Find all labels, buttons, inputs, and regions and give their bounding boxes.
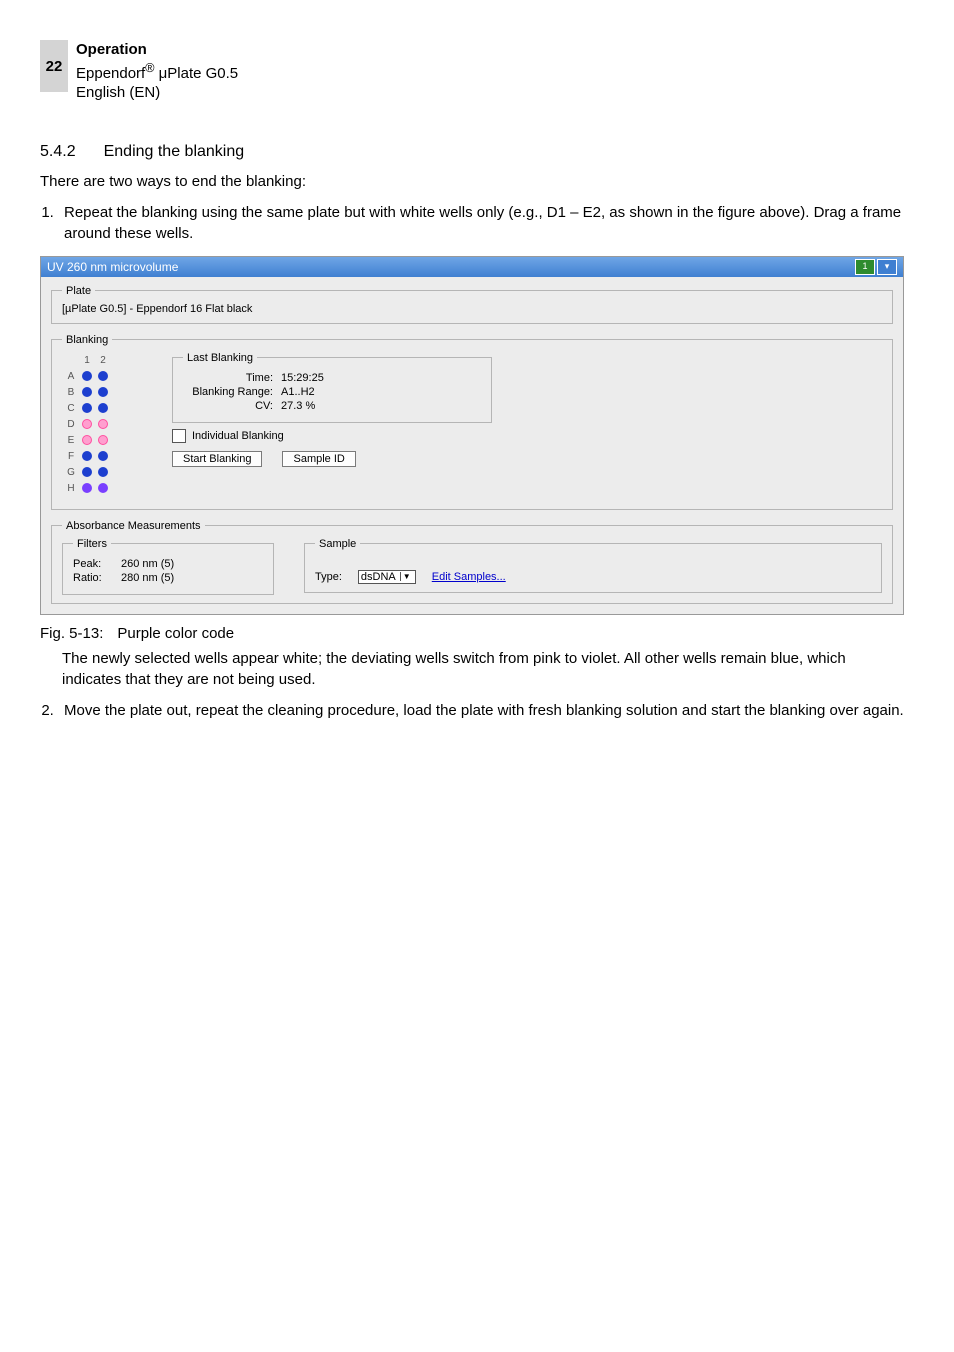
header-product: Eppendorf® μPlate G0.5 bbox=[76, 60, 238, 84]
figure-title: Purple color code bbox=[117, 625, 234, 642]
titlebar-btn-1[interactable]: 1 bbox=[855, 259, 875, 275]
sample-legend: Sample bbox=[315, 538, 360, 550]
section-title: Ending the blanking bbox=[104, 143, 245, 160]
well-B1[interactable] bbox=[80, 386, 94, 400]
sample-fieldset: Sample Type: dsDNA ▼ Edit Samples... bbox=[304, 538, 882, 593]
app-titlebar: UV 260 nm microvolume 1 ▾ bbox=[41, 257, 903, 277]
well-E2[interactable] bbox=[96, 434, 110, 448]
type-selected-value: dsDNA bbox=[361, 571, 396, 583]
after-fig-text: The newly selected wells appear white; t… bbox=[62, 648, 904, 690]
row-header-G: G bbox=[64, 466, 78, 480]
row-header-H: H bbox=[64, 482, 78, 496]
peak-value: 260 nm (5) bbox=[121, 558, 181, 570]
start-blanking-button[interactable]: Start Blanking bbox=[172, 451, 262, 467]
well-F1[interactable] bbox=[80, 450, 94, 464]
type-label: Type: bbox=[315, 571, 342, 583]
well-E1[interactable] bbox=[80, 434, 94, 448]
filters-legend: Filters bbox=[73, 538, 111, 550]
section-number: 5.4.2 bbox=[40, 143, 76, 160]
ratio-value: 280 nm (5) bbox=[121, 572, 181, 584]
step-2: Move the plate out, repeat the cleaning … bbox=[58, 700, 904, 721]
last-blanking-fieldset: Last Blanking Time: 15:29:25 Blanking Ran… bbox=[172, 352, 492, 423]
well-B2[interactable] bbox=[96, 386, 110, 400]
absorbance-fieldset: Absorbance Measurements Filters Peak: 260… bbox=[51, 520, 893, 604]
well-A1[interactable] bbox=[80, 370, 94, 384]
row-header-D: D bbox=[64, 418, 78, 432]
intro-text: There are two ways to end the blanking: bbox=[40, 171, 904, 192]
row-header-C: C bbox=[64, 402, 78, 416]
well-A2[interactable] bbox=[96, 370, 110, 384]
well-H1[interactable] bbox=[80, 482, 94, 496]
ratio-label: Ratio: bbox=[73, 572, 113, 584]
lb-cv-value: 27.3 % bbox=[281, 400, 341, 412]
header-operation: Operation bbox=[76, 40, 238, 60]
app-title: UV 260 nm microvolume bbox=[47, 257, 178, 277]
figure-caption: Fig. 5-13: Purple color code bbox=[40, 625, 904, 642]
plate-fieldset: Plate [µPlate G0.5] - Eppendorf 16 Flat … bbox=[51, 285, 893, 324]
lb-time-value: 15:29:25 bbox=[281, 372, 341, 384]
figure-label: Fig. 5-13: bbox=[40, 625, 103, 642]
blanking-legend: Blanking bbox=[62, 334, 112, 346]
well-G2[interactable] bbox=[96, 466, 110, 480]
individual-blanking-label: Individual Blanking bbox=[192, 430, 284, 442]
individual-blanking-checkbox[interactable] bbox=[172, 429, 186, 443]
step-list: Repeat the blanking using the same plate… bbox=[40, 202, 904, 244]
chevron-down-icon: ▼ bbox=[400, 572, 413, 581]
type-dropdown[interactable]: dsDNA ▼ bbox=[358, 570, 416, 584]
well-F2[interactable] bbox=[96, 450, 110, 464]
plate-legend: Plate bbox=[62, 285, 95, 297]
well-H2[interactable] bbox=[96, 482, 110, 496]
step-list-2: Move the plate out, repeat the cleaning … bbox=[40, 700, 904, 721]
header-language: English (EN) bbox=[76, 83, 238, 103]
well-grid[interactable]: 1 2 A B C D E F G H bbox=[62, 352, 112, 498]
lb-cv-label: CV: bbox=[183, 400, 273, 412]
app-screenshot: UV 260 nm microvolume 1 ▾ Plate [µPlate … bbox=[40, 256, 904, 615]
sample-id-button[interactable]: Sample ID bbox=[282, 451, 355, 467]
edit-samples-link[interactable]: Edit Samples... bbox=[432, 571, 506, 583]
row-header-A: A bbox=[64, 370, 78, 384]
row-header-B: B bbox=[64, 386, 78, 400]
blanking-fieldset: Blanking 1 2 A B C D E F bbox=[51, 334, 893, 510]
titlebar-btn-dropdown[interactable]: ▾ bbox=[877, 259, 897, 275]
lb-time-label: Time: bbox=[183, 372, 273, 384]
well-C1[interactable] bbox=[80, 402, 94, 416]
absorbance-legend: Absorbance Measurements bbox=[62, 520, 205, 532]
plate-description: [µPlate G0.5] - Eppendorf 16 Flat black bbox=[62, 303, 882, 315]
well-C2[interactable] bbox=[96, 402, 110, 416]
last-blanking-legend: Last Blanking bbox=[183, 352, 257, 364]
lb-range-value: A1..H2 bbox=[281, 386, 341, 398]
well-D1[interactable] bbox=[80, 418, 94, 432]
doc-header: Operation Eppendorf® μPlate G0.5 English… bbox=[76, 40, 238, 103]
filters-fieldset: Filters Peak: 260 nm (5) Ratio: 280 nm (5) bbox=[62, 538, 274, 595]
col-header-2: 2 bbox=[96, 354, 110, 368]
peak-label: Peak: bbox=[73, 558, 113, 570]
col-header-1: 1 bbox=[80, 354, 94, 368]
row-header-E: E bbox=[64, 434, 78, 448]
row-header-F: F bbox=[64, 450, 78, 464]
section-heading: 5.4.2 Ending the blanking bbox=[40, 143, 904, 161]
well-G1[interactable] bbox=[80, 466, 94, 480]
well-D2[interactable] bbox=[96, 418, 110, 432]
page-number: 22 bbox=[40, 40, 68, 92]
step-1: Repeat the blanking using the same plate… bbox=[58, 202, 904, 244]
lb-range-label: Blanking Range: bbox=[183, 386, 273, 398]
